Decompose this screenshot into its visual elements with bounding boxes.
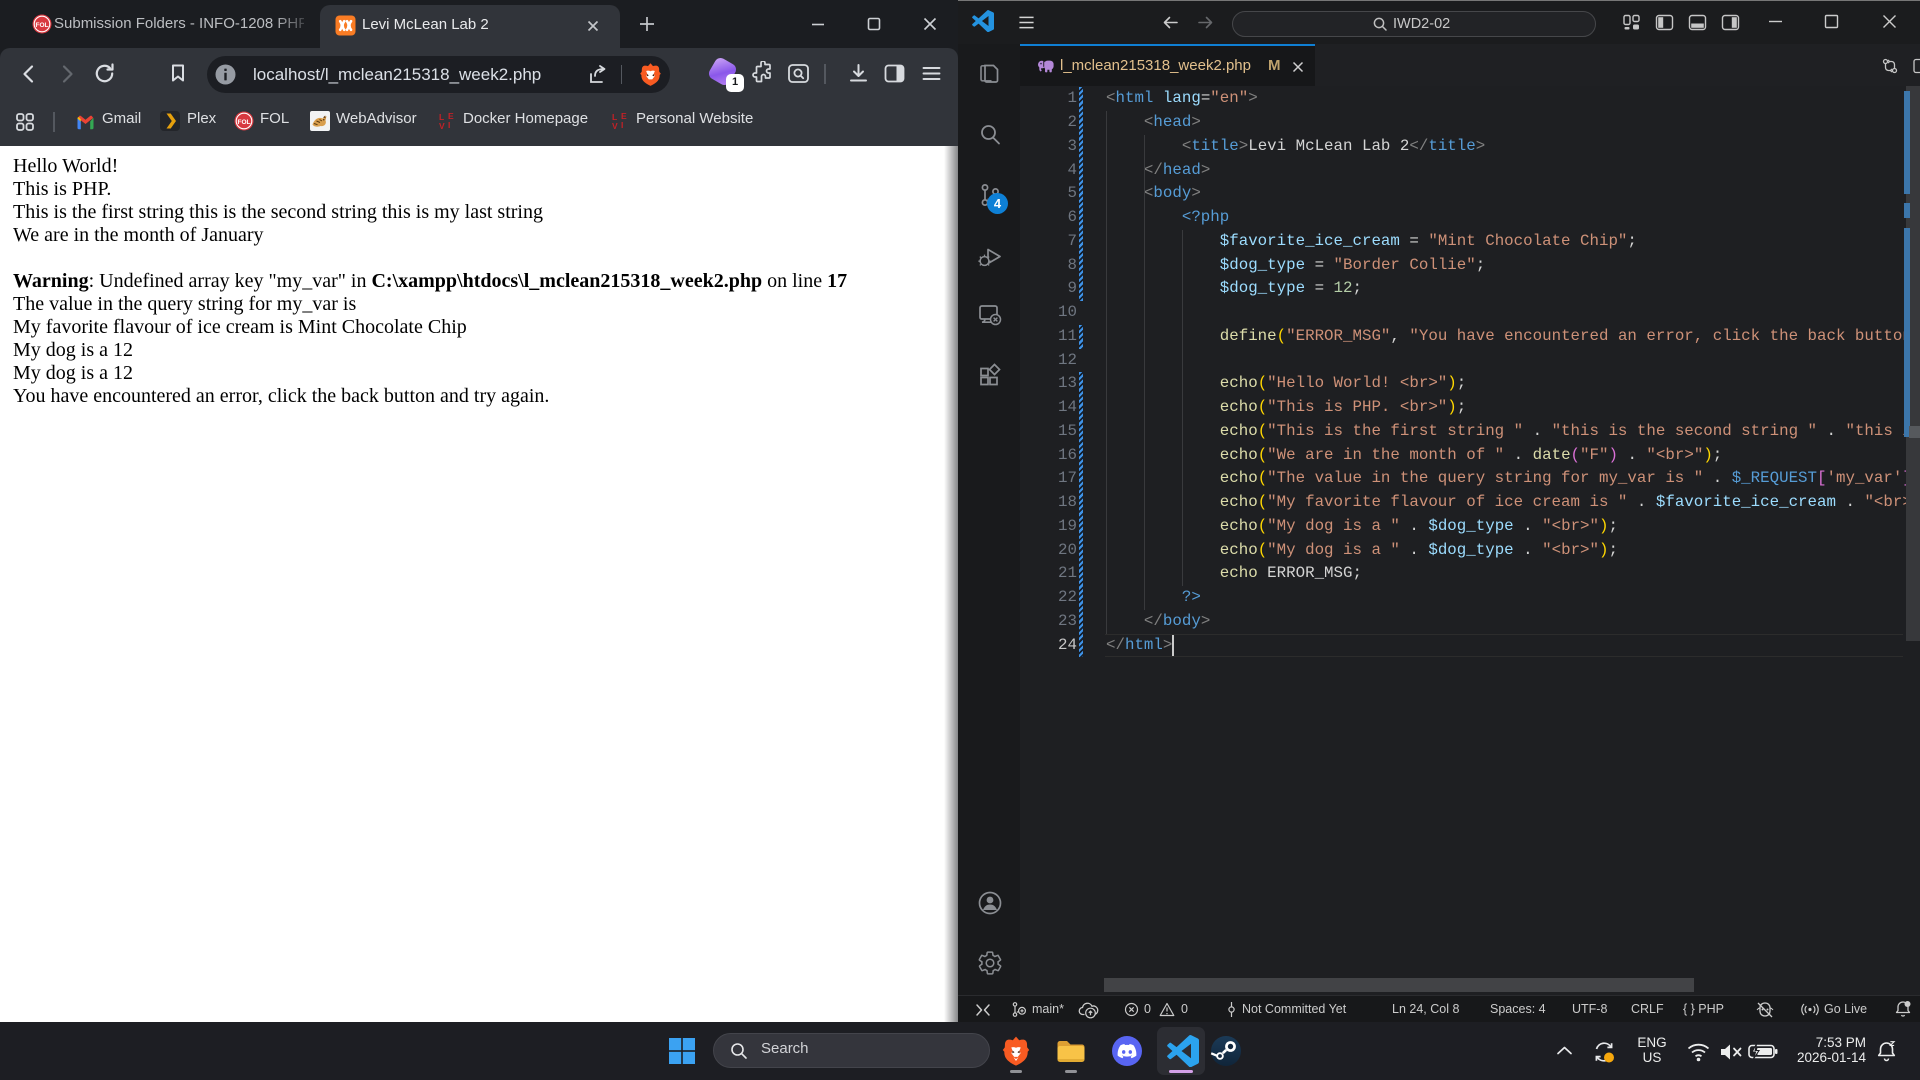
svg-text:FOL: FOL: [238, 119, 251, 126]
svg-text:FOL: FOL: [36, 22, 49, 29]
svg-text:V: V: [612, 121, 618, 131]
svg-text:I: I: [621, 120, 623, 130]
svg-text:V: V: [439, 121, 445, 131]
svg-text:I: I: [448, 120, 450, 130]
